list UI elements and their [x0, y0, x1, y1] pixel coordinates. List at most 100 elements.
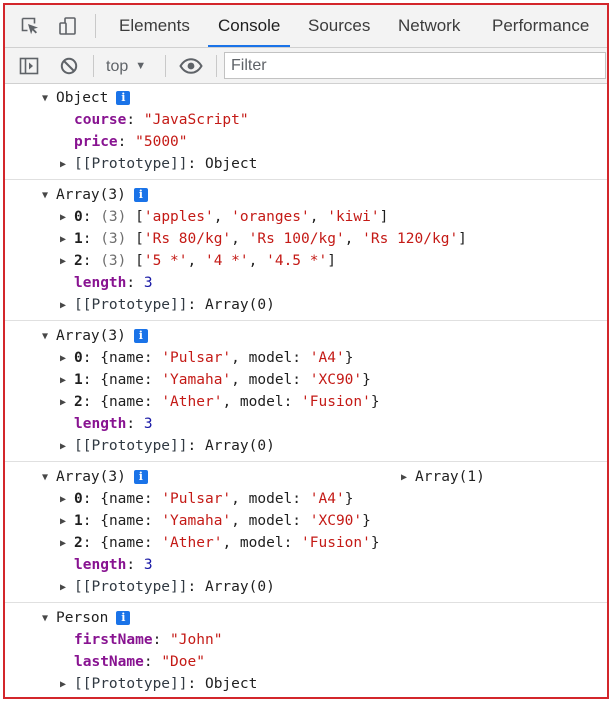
colon-separator: : — [187, 156, 205, 172]
name-key: name — [108, 394, 144, 410]
collapsed-triangle-icon[interactable]: ▶ — [60, 295, 74, 317]
collapsed-triangle-icon[interactable]: ▶ — [60, 251, 74, 273]
tab-sources[interactable]: Sources — [308, 5, 370, 47]
console-entry: ▼ Array(3) i ▶ Array(1) ▶ 0: {name: 'Pulsar'… — [5, 462, 607, 603]
collapsed-triangle-icon[interactable]: ▶ — [60, 370, 74, 392]
prototype-line[interactable]: ▶ [[Prototype]]: Array(0) — [60, 294, 275, 316]
colon-separator: : — [82, 253, 101, 269]
open-bracket: [ — [135, 253, 144, 269]
length-value: 3 — [143, 275, 153, 291]
filter-box[interactable] — [224, 52, 606, 79]
array-value: '4.5 *' — [266, 253, 328, 269]
prototype-value: Object — [204, 156, 258, 172]
property-line: price: "5000" — [74, 131, 188, 153]
inspect-element-icon[interactable] — [18, 14, 42, 38]
devtools-window: Elements Console Sources Network Perform… — [3, 3, 609, 699]
close-brace: } — [362, 372, 371, 388]
colon: : — [283, 394, 302, 410]
info-badge-icon[interactable]: i — [133, 329, 148, 343]
close-bracket: ] — [379, 209, 389, 225]
array-item-line[interactable]: ▶ 2: (3) ['5 *', '4 *', '4.5 *'] — [60, 250, 336, 272]
array-item-line[interactable]: ▶ 2: {name: 'Ather', model: 'Fusion'} — [60, 391, 380, 413]
property-key: lastName — [74, 654, 144, 670]
collapsed-triangle-icon[interactable]: ▶ — [60, 207, 74, 229]
collapsed-array-output[interactable]: ▶ Array(1) — [401, 466, 485, 488]
colon: : — [143, 350, 162, 366]
expanded-triangle-icon[interactable]: ▼ — [42, 608, 56, 630]
prototype-key: [[Prototype]] — [74, 156, 188, 172]
array-item-line[interactable]: ▶ 0: {name: 'Pulsar', model: 'A4'} — [60, 347, 353, 369]
array-value: 'Rs 80/kg' — [143, 231, 232, 247]
comma: , — [344, 231, 363, 247]
colon-separator: : — [126, 557, 144, 573]
collapsed-triangle-icon[interactable]: ▶ — [60, 392, 74, 414]
array-item-line[interactable]: ▶ 0: (3) ['apples', 'oranges', 'kiwi'] — [60, 206, 388, 228]
item-index: 1 — [74, 231, 83, 247]
array-item-line[interactable]: ▶ 1: {name: 'Yamaha', model: 'XC90'} — [60, 510, 371, 532]
colon-separator: : — [143, 654, 162, 670]
model-value: 'XC90' — [309, 372, 363, 388]
tab-performance[interactable]: Performance — [492, 5, 589, 47]
prototype-line[interactable]: ▶ [[Prototype]]: Array(0) — [60, 435, 275, 457]
colon: : — [143, 394, 162, 410]
object-header[interactable]: ▼ Object i — [42, 87, 131, 110]
array-item-line[interactable]: ▶ 0: {name: 'Pulsar', model: 'A4'} — [60, 488, 353, 510]
live-expression-eye-icon[interactable] — [178, 55, 204, 77]
context-selector[interactable]: top ▼ — [106, 54, 146, 78]
console-sidebar-icon[interactable] — [18, 55, 40, 77]
length-line: length: 3 — [74, 272, 153, 294]
model-key: model — [248, 491, 293, 507]
clear-console-icon[interactable] — [58, 55, 80, 77]
item-index: 2 — [74, 253, 83, 269]
array-item-line[interactable]: ▶ 1: {name: 'Yamaha', model: 'XC90'} — [60, 369, 371, 391]
array-header[interactable]: ▼ Array(3) i — [42, 184, 148, 206]
length-key: length — [74, 416, 127, 432]
model-key: model — [248, 372, 293, 388]
collapsed-triangle-icon[interactable]: ▶ — [60, 229, 74, 251]
prototype-line[interactable]: ▶ [[Prototype]]: Array(0) — [60, 576, 275, 598]
collapsed-triangle-icon[interactable]: ▶ — [60, 154, 74, 176]
array-header[interactable]: ▼ Array(3) i — [42, 325, 148, 347]
device-toolbar-icon[interactable] — [56, 14, 80, 38]
collapsed-triangle-icon[interactable]: ▶ — [60, 436, 74, 458]
prototype-value: Array(0) — [204, 297, 275, 313]
filter-input[interactable] — [225, 53, 591, 78]
close-brace: } — [362, 513, 371, 529]
collapsed-triangle-icon[interactable]: ▶ — [60, 348, 74, 370]
tab-console[interactable]: Console — [207, 5, 291, 47]
name-value: 'Ather' — [161, 535, 223, 551]
collapsed-triangle-icon[interactable]: ▶ — [60, 511, 74, 533]
collapsed-triangle-icon[interactable]: ▶ — [60, 533, 74, 555]
colon-separator: : — [126, 112, 144, 128]
tab-elements[interactable]: Elements — [119, 5, 190, 47]
name-value: 'Pulsar' — [161, 491, 232, 507]
prototype-line[interactable]: ▶ [[Prototype]]: Object — [60, 153, 257, 175]
expanded-triangle-icon[interactable]: ▼ — [42, 326, 56, 348]
array-item-line[interactable]: ▶ 2: {name: 'Ather', model: 'Fusion'} — [60, 532, 380, 554]
info-badge-icon[interactable]: i — [133, 470, 148, 484]
array-header[interactable]: ▼ Array(3) i — [42, 466, 148, 488]
info-badge-icon[interactable]: i — [116, 91, 131, 105]
model-key: model — [239, 535, 284, 551]
property-key: price — [74, 134, 118, 150]
collapsed-array-label: Array(1) — [415, 469, 485, 485]
array-item-line[interactable]: ▶ 1: (3) ['Rs 80/kg', 'Rs 100/kg', 'Rs 12… — [60, 228, 467, 250]
colon-separator: : — [82, 372, 101, 388]
name-value: 'Yamaha' — [161, 372, 232, 388]
comma: , — [231, 513, 249, 529]
collapsed-triangle-icon[interactable]: ▶ — [401, 467, 415, 489]
info-badge-icon[interactable]: i — [133, 188, 148, 202]
tab-network[interactable]: Network — [398, 5, 460, 47]
expanded-triangle-icon[interactable]: ▼ — [42, 185, 56, 207]
expanded-triangle-icon[interactable]: ▼ — [42, 88, 56, 110]
collapsed-triangle-icon[interactable]: ▶ — [60, 577, 74, 599]
object-header[interactable]: ▼ Person i — [42, 607, 131, 630]
collapsed-triangle-icon[interactable]: ▶ — [60, 489, 74, 511]
property-line: course: "JavaScript" — [74, 109, 249, 131]
expanded-triangle-icon[interactable]: ▼ — [42, 467, 56, 489]
collapsed-triangle-icon[interactable]: ▶ — [60, 674, 74, 696]
prototype-line[interactable]: ▶ [[Prototype]]: Object — [60, 673, 257, 695]
object-label: Object — [56, 90, 109, 106]
info-badge-icon[interactable]: i — [116, 611, 131, 625]
devtools-tab-bar: Elements Console Sources Network Perform… — [5, 5, 607, 48]
